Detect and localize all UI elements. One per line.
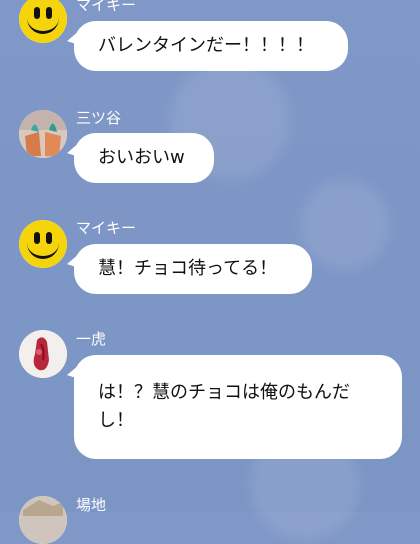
sender-name: 場地: [76, 496, 107, 514]
avatar[interactable]: [19, 110, 67, 158]
sender-name: 三ツ谷: [76, 109, 122, 127]
sender-name: マイキー: [76, 0, 137, 14]
avatar[interactable]: [19, 0, 67, 43]
message-bubble[interactable]: おいおいw: [74, 133, 214, 183]
smiley-icon: [19, 0, 67, 43]
smiley-icon: [19, 220, 67, 268]
avatar[interactable]: [19, 330, 67, 378]
photo-avatar: [19, 496, 67, 544]
sender-name: 一虎: [76, 330, 107, 348]
avatar[interactable]: [19, 496, 67, 544]
message-bubble[interactable]: 慧！チョコ待ってる！: [74, 244, 312, 294]
message-bubble[interactable]: は！？慧のチョコは俺のもんだ し！: [74, 355, 402, 459]
photo-avatar: [19, 110, 67, 158]
photo-avatar: [19, 330, 67, 378]
message-bubble[interactable]: バレンタインだー！！！！: [74, 21, 348, 71]
sender-name: マイキー: [76, 219, 137, 237]
chat-area[interactable]: マイキー バレンタインだー！！！！ 三ツ谷 おいおいw マイキー 慧！チョコ待っ…: [0, 0, 420, 544]
avatar[interactable]: [19, 220, 67, 268]
